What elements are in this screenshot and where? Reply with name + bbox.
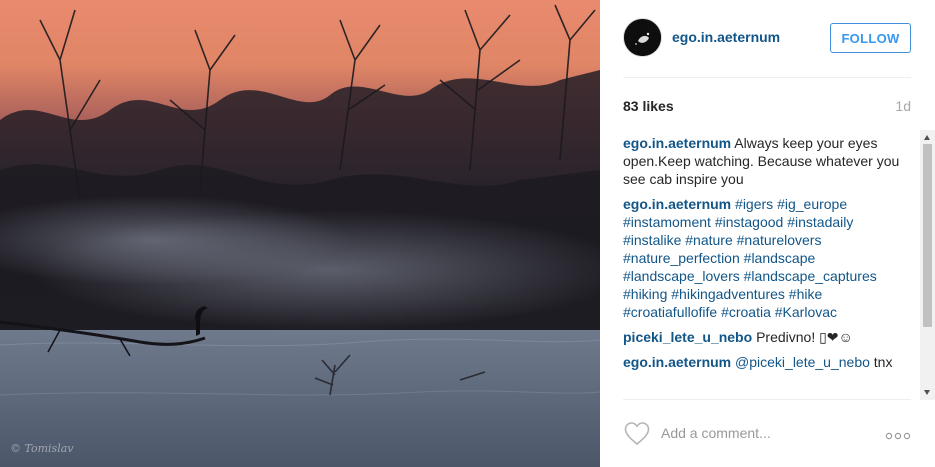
more-options-icon xyxy=(885,432,911,440)
hashtag-link[interactable]: #landscape_captures xyxy=(744,268,877,284)
hashtag-link[interactable]: #Karlovac xyxy=(775,304,837,320)
hashtag-link[interactable]: #nature_perfection xyxy=(623,250,740,266)
avatar-image xyxy=(624,19,661,56)
scroll-down-arrow-icon[interactable] xyxy=(924,390,930,395)
divider xyxy=(623,399,911,400)
mention-link[interactable]: @piceki_lete_u_nebo xyxy=(735,354,870,370)
post-author-link[interactable]: ego.in.aeternum xyxy=(672,29,780,45)
comment-author-link[interactable]: ego.in.aeternum xyxy=(623,135,731,151)
more-options-button[interactable] xyxy=(885,428,913,440)
hashtag-link[interactable]: #croatia xyxy=(721,304,771,320)
comment-list[interactable]: ego.in.aeternum Always keep your eyes op… xyxy=(623,134,913,396)
hashtag-link[interactable]: #instalike xyxy=(623,232,681,248)
hashtag-link[interactable]: #nature xyxy=(685,232,732,248)
post-details-panel: ego.in.aeternum FOLLOW 83 likes 1d ego.i… xyxy=(600,0,935,467)
hashtag-link[interactable]: #hikingadventures xyxy=(671,286,785,302)
hashtag-link[interactable]: #ig_europe xyxy=(777,196,847,212)
photo-watermark: © Tomislav xyxy=(10,442,74,455)
like-count[interactable]: 83 likes xyxy=(623,98,674,114)
comments-scrollbar[interactable] xyxy=(920,130,935,400)
comment-author-link[interactable]: ego.in.aeternum xyxy=(623,354,731,370)
hashtag-link[interactable]: #landscape_lovers xyxy=(623,268,740,284)
comment-author-link[interactable]: ego.in.aeternum xyxy=(623,196,731,212)
hashtag-link[interactable]: #landscape xyxy=(744,250,816,266)
hashtag-link[interactable]: #croatiafullofife xyxy=(623,304,717,320)
hashtag-link[interactable]: #instadaily xyxy=(787,214,853,230)
comment-item: ego.in.aeternum #igers #ig_europe #insta… xyxy=(623,195,913,321)
like-button[interactable] xyxy=(623,421,651,446)
comment-item: ego.in.aeternum @piceki_lete_u_nebo tnx xyxy=(623,353,913,371)
hashtag-link[interactable]: #igers xyxy=(735,196,773,212)
scroll-thumb[interactable] xyxy=(923,144,932,327)
post-photo[interactable]: © Tomislav xyxy=(0,0,600,467)
hashtag-link[interactable]: #hike xyxy=(789,286,822,302)
hashtag-list: #igers #ig_europe #instamoment #instagoo… xyxy=(623,196,877,320)
follow-button[interactable]: FOLLOW xyxy=(830,23,911,53)
hashtag-link[interactable]: #instamoment xyxy=(623,214,711,230)
hashtag-link[interactable]: #hiking xyxy=(623,286,667,302)
comment-text: Predivno! ▯❤☺ xyxy=(756,329,853,345)
comment-text: tnx xyxy=(873,354,893,370)
comment-item: piceki_lete_u_nebo Predivno! ▯❤☺ xyxy=(623,328,913,346)
hashtag-link[interactable]: #instagood xyxy=(715,214,784,230)
scroll-up-arrow-icon[interactable] xyxy=(924,135,930,140)
avatar[interactable] xyxy=(623,18,662,57)
heart-outline-icon xyxy=(624,422,650,446)
comment-author-link[interactable]: piceki_lete_u_nebo xyxy=(623,329,752,345)
comment-input[interactable] xyxy=(661,423,871,443)
comment-item: ego.in.aeternum Always keep your eyes op… xyxy=(623,134,913,188)
post-header: ego.in.aeternum FOLLOW xyxy=(623,18,911,78)
landscape-scene xyxy=(0,4,600,467)
hashtag-link[interactable]: #naturelovers xyxy=(737,232,822,248)
post-time[interactable]: 1d xyxy=(895,98,911,114)
